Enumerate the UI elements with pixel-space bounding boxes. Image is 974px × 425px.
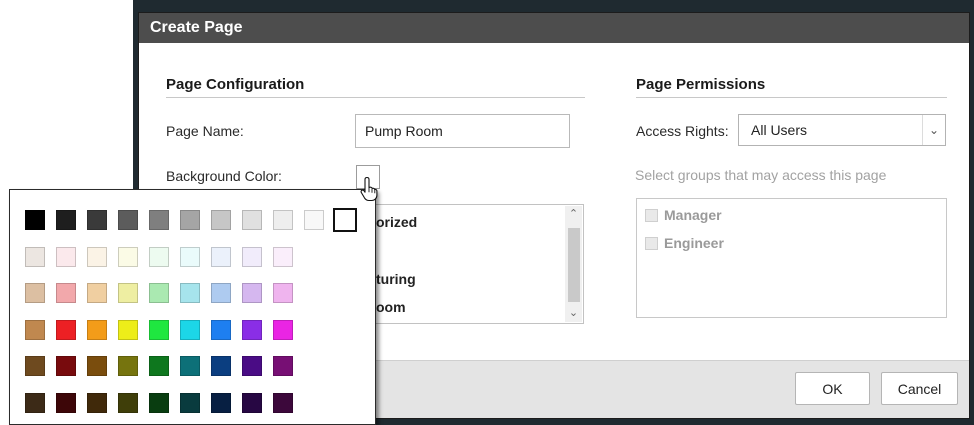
color-swatch[interactable] xyxy=(211,246,231,267)
color-swatch[interactable] xyxy=(149,283,169,303)
color-swatch[interactable] xyxy=(25,246,45,267)
color-swatch[interactable] xyxy=(25,283,45,303)
color-swatch[interactable] xyxy=(242,319,262,340)
page-configuration-heading: Page Configuration xyxy=(166,76,305,93)
color-swatch[interactable] xyxy=(149,356,169,376)
color-swatch[interactable] xyxy=(211,210,231,230)
color-swatch[interactable] xyxy=(242,283,262,303)
page-name-input[interactable] xyxy=(355,114,570,148)
color-swatch[interactable] xyxy=(118,283,138,303)
color-swatch[interactable] xyxy=(25,210,45,230)
color-swatch[interactable] xyxy=(180,246,200,267)
color-swatch[interactable] xyxy=(56,246,76,267)
color-swatch[interactable] xyxy=(149,392,169,413)
color-swatch[interactable] xyxy=(87,319,107,340)
color-swatch[interactable] xyxy=(211,319,231,340)
color-swatch[interactable] xyxy=(180,356,200,376)
hand-cursor-icon xyxy=(360,176,378,202)
scroll-up-icon[interactable]: ⌃ xyxy=(565,206,582,223)
color-swatch[interactable] xyxy=(56,392,76,413)
color-swatch[interactable] xyxy=(149,246,169,267)
color-swatch[interactable] xyxy=(87,392,107,413)
groups-hint: Select groups that may access this page xyxy=(635,167,887,183)
color-swatch-selected[interactable] xyxy=(333,208,357,232)
color-swatch[interactable] xyxy=(273,392,293,413)
color-swatch[interactable] xyxy=(273,283,293,303)
page-name-label: Page Name: xyxy=(166,123,244,139)
groups-list: Manager Engineer xyxy=(636,198,947,318)
color-swatch[interactable] xyxy=(118,210,138,230)
color-swatch[interactable] xyxy=(273,246,293,267)
engineer-checkbox[interactable] xyxy=(645,237,658,250)
color-picker-popup xyxy=(9,189,376,425)
chevron-down-icon[interactable]: ⌄ xyxy=(922,115,945,145)
page-permissions-heading: Page Permissions xyxy=(636,76,766,93)
color-swatch[interactable] xyxy=(273,356,293,376)
color-swatch[interactable] xyxy=(87,356,107,376)
color-swatch[interactable] xyxy=(242,356,262,376)
access-rights-value: All Users xyxy=(751,122,808,138)
background-color-label: Background Color: xyxy=(166,168,282,184)
color-swatch[interactable] xyxy=(211,392,231,413)
color-swatch[interactable] xyxy=(242,392,262,413)
color-swatch[interactable] xyxy=(180,392,200,413)
color-swatch[interactable] xyxy=(87,246,107,267)
color-swatch[interactable] xyxy=(87,283,107,303)
group-label: Engineer xyxy=(664,235,724,251)
ok-button[interactable]: OK xyxy=(795,372,870,405)
group-label: Manager xyxy=(664,207,722,223)
color-swatch[interactable] xyxy=(56,210,76,230)
color-swatch[interactable] xyxy=(211,283,231,303)
color-swatch[interactable] xyxy=(56,283,76,303)
dialog-title: Create Page xyxy=(139,13,969,43)
color-swatch[interactable] xyxy=(149,210,169,230)
color-swatch[interactable] xyxy=(118,392,138,413)
access-rights-label: Access Rights: xyxy=(636,123,729,139)
config-divider xyxy=(166,97,585,98)
scroll-thumb[interactable] xyxy=(568,228,580,302)
color-swatch[interactable] xyxy=(211,356,231,376)
color-swatch[interactable] xyxy=(25,319,45,340)
color-swatch[interactable] xyxy=(273,319,293,340)
list-item[interactable]: oom xyxy=(376,299,406,315)
manager-checkbox[interactable] xyxy=(645,209,658,222)
permissions-divider xyxy=(636,97,947,98)
list-scrollbar[interactable]: ⌃ ⌄ xyxy=(565,206,582,322)
color-swatch[interactable] xyxy=(118,319,138,340)
color-swatch[interactable] xyxy=(242,246,262,267)
color-swatch[interactable] xyxy=(180,319,200,340)
color-swatch[interactable] xyxy=(25,392,45,413)
color-swatch[interactable] xyxy=(25,356,45,376)
color-swatch[interactable] xyxy=(180,283,200,303)
access-rights-select[interactable]: All Users ⌄ xyxy=(738,114,946,146)
color-swatch[interactable] xyxy=(273,210,293,230)
color-swatch[interactable] xyxy=(56,356,76,376)
cancel-button[interactable]: Cancel xyxy=(881,372,958,405)
scroll-down-icon[interactable]: ⌄ xyxy=(565,305,582,322)
color-swatch[interactable] xyxy=(304,210,324,230)
color-swatch[interactable] xyxy=(56,319,76,340)
list-item[interactable]: orized xyxy=(376,214,417,230)
color-swatch[interactable] xyxy=(118,356,138,376)
page-list-box[interactable]: orized turing oom ⌃ ⌄ xyxy=(355,204,584,324)
color-swatch[interactable] xyxy=(118,246,138,267)
color-swatch[interactable] xyxy=(242,210,262,230)
list-item[interactable]: turing xyxy=(376,271,416,287)
color-swatch[interactable] xyxy=(149,319,169,340)
color-swatch[interactable] xyxy=(180,210,200,230)
color-swatch[interactable] xyxy=(87,210,107,230)
